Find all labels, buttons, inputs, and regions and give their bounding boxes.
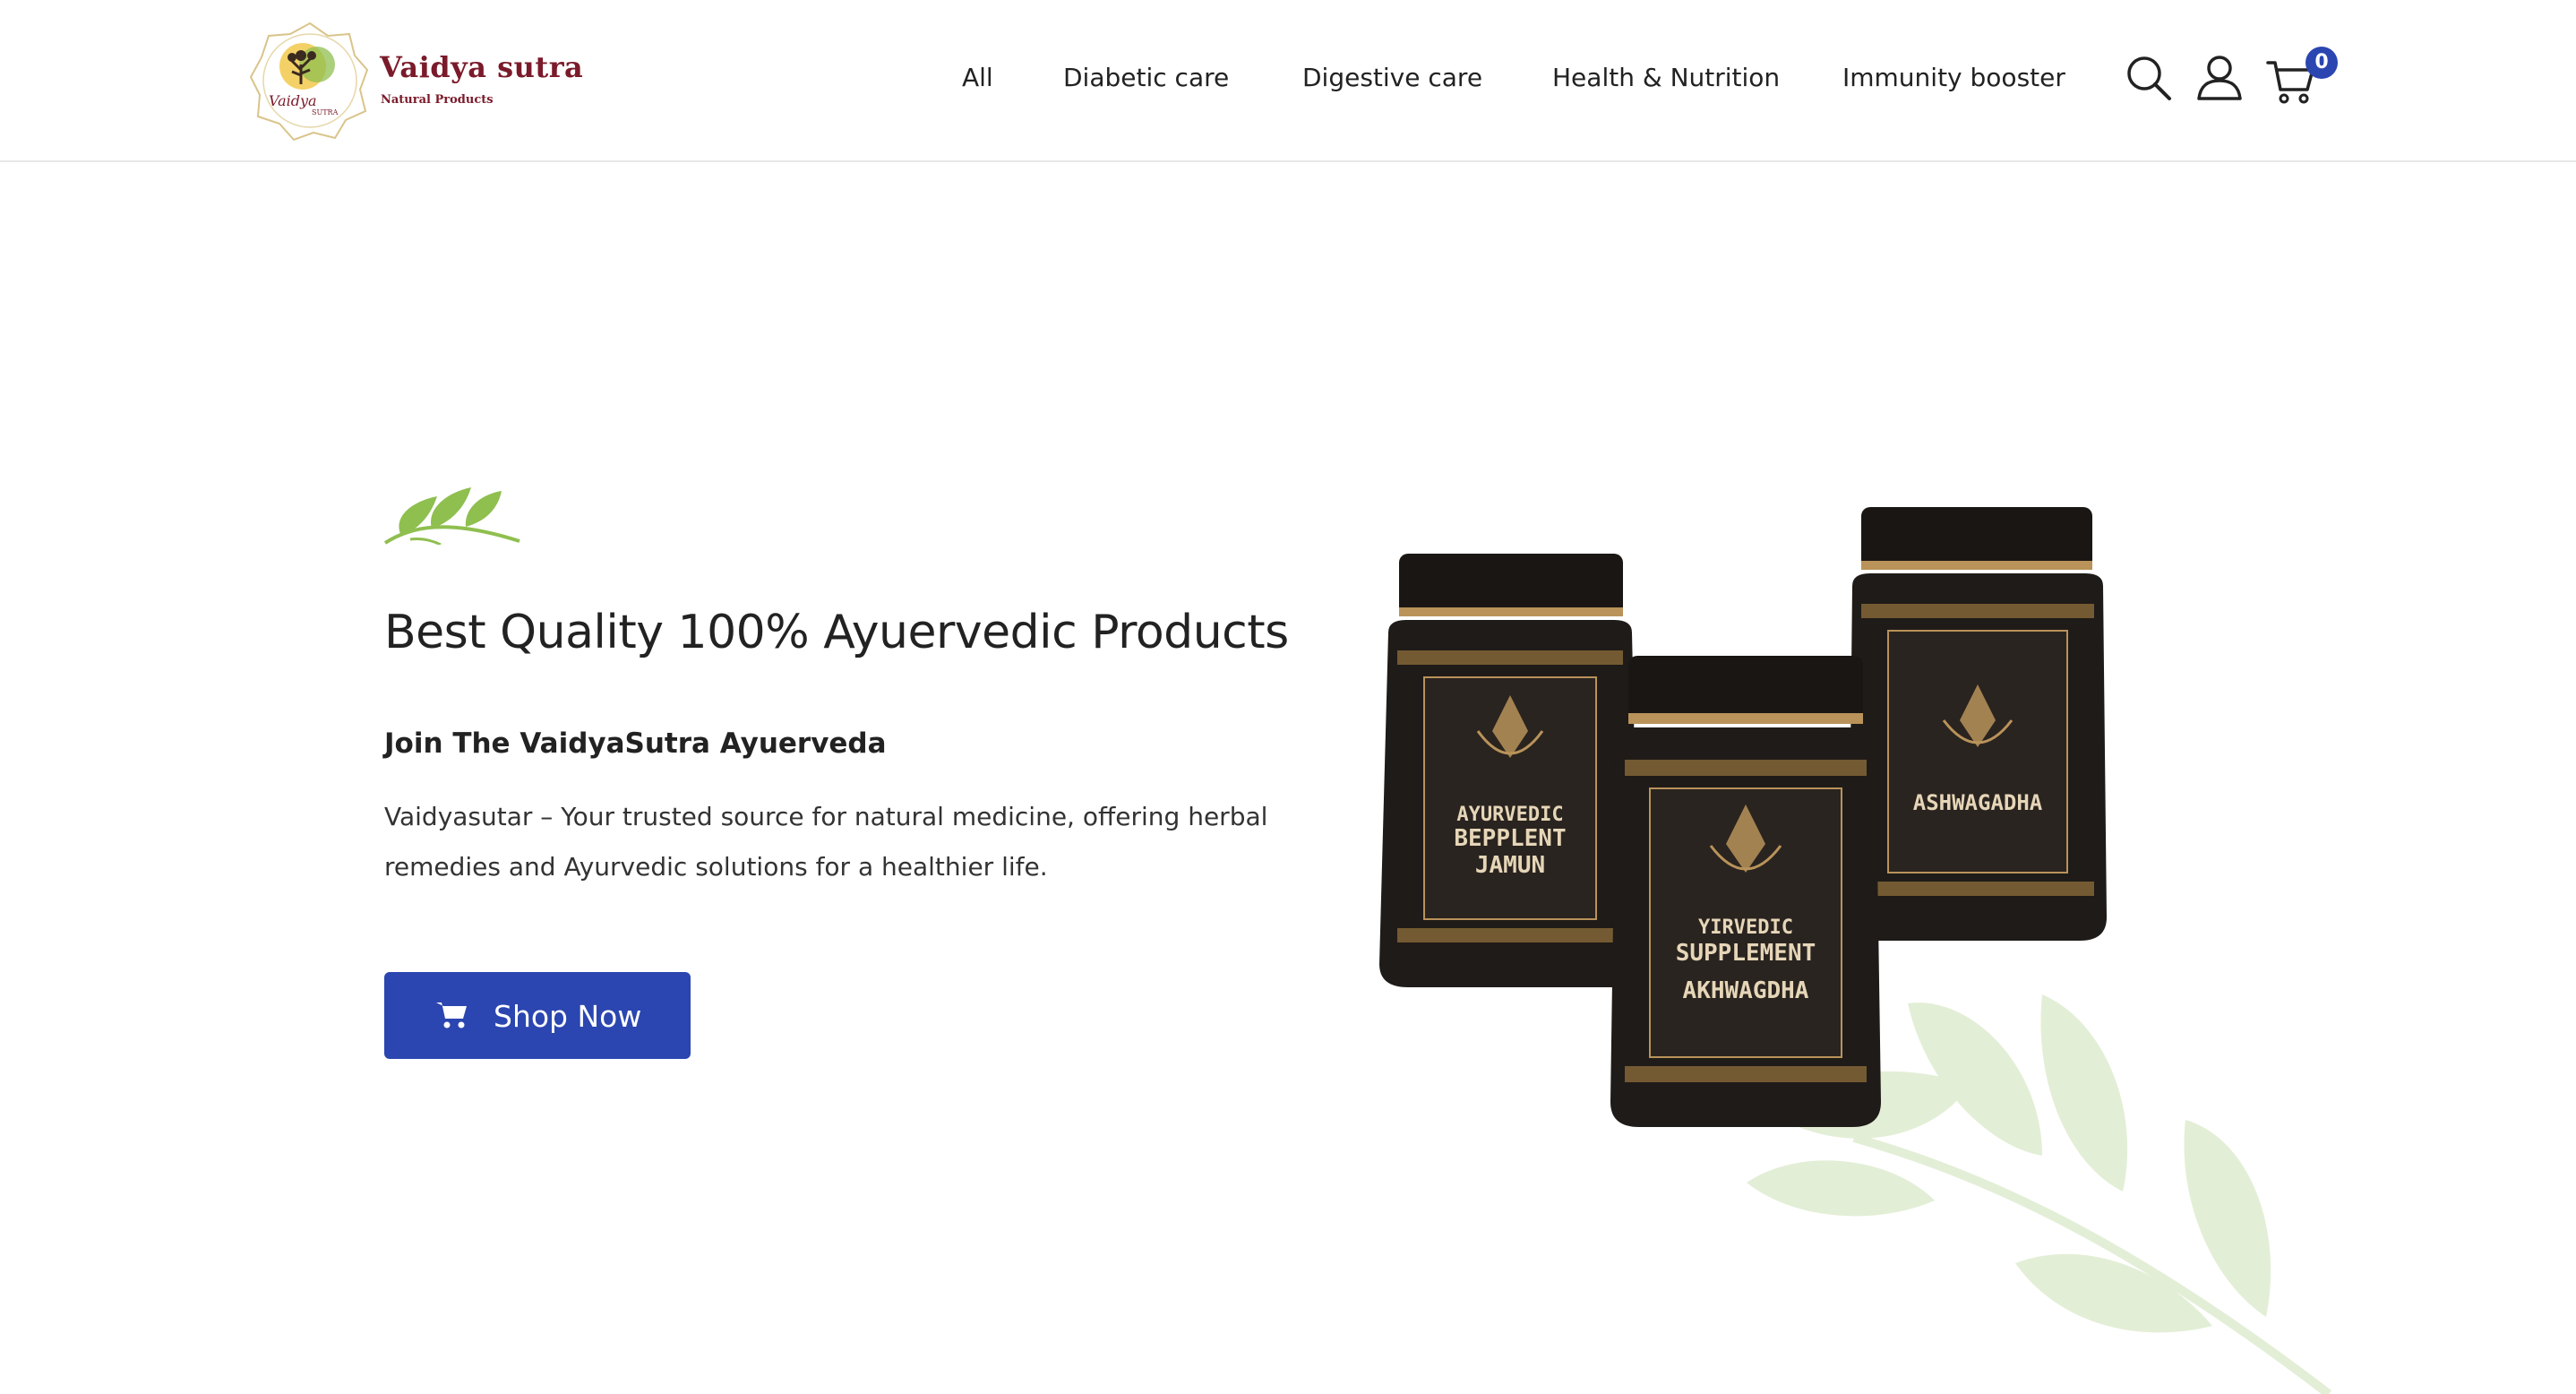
logo-emblem-icon: Vaidya SUTRA	[249, 22, 369, 142]
site-header: Vaidya SUTRA Vaidya sutra Natural Produc…	[0, 0, 2576, 162]
jar-left-line2: BEPPLENT	[1454, 825, 1566, 852]
nav-item-digestive-care[interactable]: Digestive care	[1302, 63, 1482, 99]
jar-left-line1: AYURVEDIC	[1456, 804, 1563, 826]
hero-subtitle: Join The VaidyaSutra Ayuerveda	[384, 727, 887, 760]
leaf-decoration-icon	[383, 487, 520, 545]
brand-name: Vaidya sutra	[380, 50, 584, 84]
user-icon[interactable]	[2195, 54, 2244, 102]
cart-count-badge: 0	[2306, 47, 2338, 79]
jar-center-line1: YIRVEDIC	[1698, 916, 1793, 939]
nav-item-diabetic-care[interactable]: Diabetic care	[1063, 63, 1229, 99]
brand-logo[interactable]: Vaidya SUTRA Vaidya sutra Natural Produc…	[249, 20, 583, 142]
hero-description: Vaidyasutar – Your trusted source for na…	[384, 802, 1268, 882]
nav-item-health-nutrition[interactable]: Health & Nutrition	[1552, 63, 1780, 99]
hero-title: Best Quality 100% Ayuervedic Products	[384, 606, 1289, 659]
brand-tagline: Natural Products	[381, 93, 494, 107]
search-icon[interactable]	[2125, 54, 2173, 102]
jar-center-line3: AKHWAGDHA	[1683, 977, 1809, 1004]
shop-now-label: Shop Now	[494, 999, 642, 1034]
jar-center-line2: SUPPLEMENT	[1676, 940, 1816, 967]
nav-item-immunity-booster[interactable]: Immunity booster	[1842, 63, 2065, 99]
jar-right-line1: ASHWAGADHA	[1913, 790, 2043, 815]
shopping-cart-icon	[436, 1002, 467, 1028]
product-jar-supplement: YIRVEDIC SUPPLEMENT AKHWAGDHA	[1610, 656, 1881, 1127]
jar-left-line3: JAMUN	[1475, 852, 1545, 879]
shop-now-button[interactable]: Shop Now	[384, 972, 691, 1059]
nav-item-all[interactable]: All	[962, 63, 993, 99]
emblem-text: Vaidya	[269, 92, 317, 109]
emblem-subtext: SUTRA	[312, 108, 339, 116]
